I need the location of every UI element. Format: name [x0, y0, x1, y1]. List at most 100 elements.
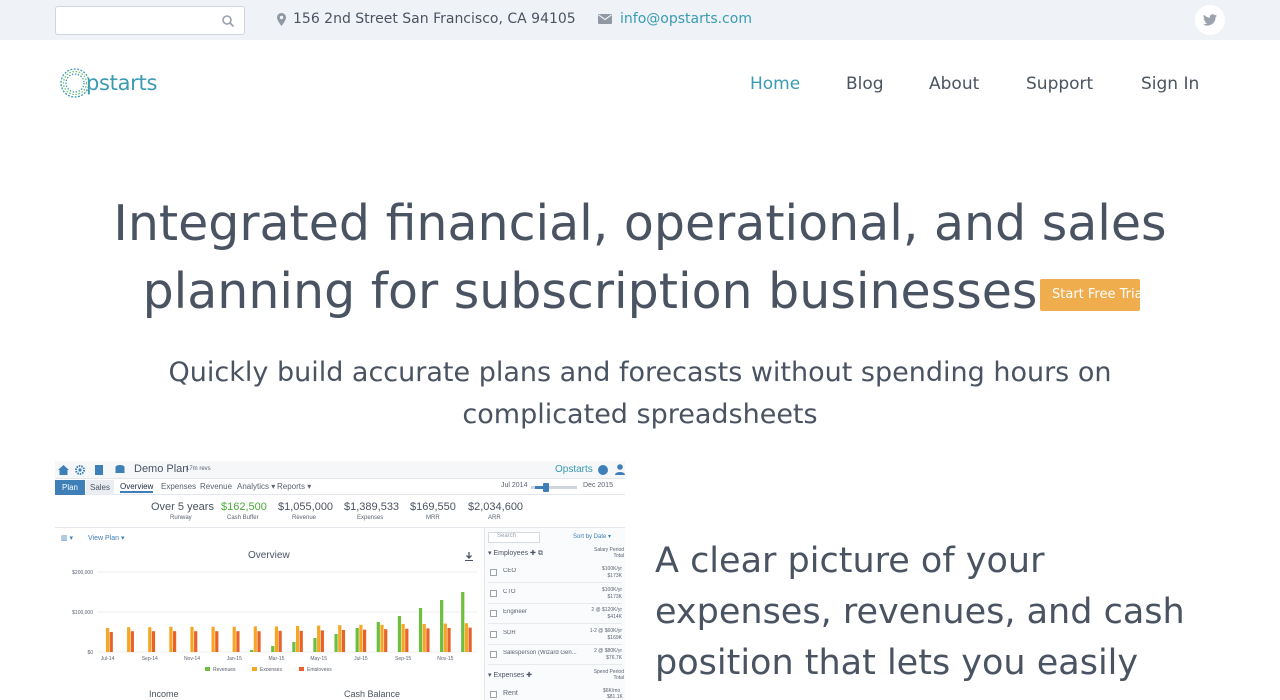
- bar-expenses: [232, 626, 236, 652]
- home-icon: [58, 465, 69, 475]
- feature-heading-line2: expenses, revenues, and cash: [655, 592, 1185, 632]
- kpi-label: ARR: [488, 515, 501, 521]
- employee-sub: $173K: [607, 593, 622, 600]
- bar-employees: [299, 630, 303, 652]
- bar-employees: [215, 631, 219, 652]
- period-sub: Runway: [170, 515, 192, 521]
- kpi-label: Cash Buffer: [227, 515, 259, 521]
- nav-sign-in[interactable]: Sign In: [1141, 74, 1199, 94]
- legend-swatch: [205, 667, 210, 671]
- x-tick-label: Sep-15: [395, 656, 411, 662]
- checkbox: [490, 610, 497, 617]
- employee-sub: $414K: [607, 614, 622, 620]
- nav-blog[interactable]: Blog: [846, 74, 884, 94]
- employee-sub: $169K: [607, 634, 622, 641]
- x-tick-label: Mar-15: [269, 656, 285, 662]
- bar-expenses: [443, 623, 447, 652]
- x-tick-label: Jan-15: [227, 656, 243, 662]
- employee-value: 2 @ $80K/yr: [594, 648, 622, 654]
- checkbox: [490, 691, 497, 698]
- email-text[interactable]: info@opstarts.com: [620, 11, 752, 27]
- employees-header-text: Employees: [493, 550, 529, 557]
- bar-employees: [468, 627, 472, 652]
- period-label: Over 5 years: [151, 501, 214, 513]
- bar-revenues: [355, 628, 359, 652]
- envelope-icon: [598, 14, 612, 24]
- range-start: Jul 2014: [501, 482, 528, 489]
- top-bar: 156 2nd Street San Francisco, CA 94105 i…: [0, 0, 1280, 40]
- bar-revenues: [461, 592, 465, 652]
- search-icon[interactable]: [221, 14, 235, 28]
- hero-headline-line1: Integrated financial, operational, and s…: [113, 195, 1167, 252]
- app-brand: Opstarts: [555, 464, 593, 475]
- row-divider: [488, 643, 622, 645]
- nav-support[interactable]: Support: [1026, 74, 1093, 94]
- start-free-trial-button[interactable]: Start Free Trial: [1040, 279, 1140, 311]
- map-marker-icon: [277, 12, 286, 26]
- kpi-label: Expenses: [357, 515, 384, 521]
- feature-heading: A clear picture of your expenses, revenu…: [655, 536, 1245, 689]
- x-tick-label: May-15: [310, 656, 327, 662]
- bar-expenses: [105, 628, 110, 652]
- bar-expenses: [338, 625, 342, 652]
- nav-about[interactable]: About: [929, 74, 979, 94]
- user-icon: [615, 464, 625, 475]
- x-tick-label: Jul-15: [354, 656, 368, 662]
- bar-employees: [109, 632, 113, 652]
- kpi-value: $2,034,600: [468, 501, 524, 513]
- employee-value: $100K/yr: [601, 586, 622, 593]
- y-tick-label: $200,000: [72, 570, 93, 576]
- bar-revenues: [292, 642, 296, 652]
- bar-revenues: [271, 646, 275, 652]
- bar-expenses: [148, 627, 152, 652]
- legend-swatch: [299, 667, 304, 671]
- plan-mode-button: Plan: [55, 480, 85, 495]
- twitter-button[interactable]: [1195, 5, 1225, 35]
- range-end: Dec 2015: [583, 482, 613, 489]
- bar-expenses: [169, 626, 173, 652]
- range-slider-handle: [543, 483, 549, 492]
- checkbox: [490, 651, 497, 658]
- gear-icon: [75, 465, 85, 475]
- sales-mode-button: Sales: [86, 480, 114, 495]
- bar-employees: [341, 630, 346, 652]
- row-divider: [488, 664, 622, 665]
- bar-expenses: [380, 624, 384, 652]
- bar-expenses: [422, 624, 426, 652]
- opstarts-logo[interactable]: pstarts: [58, 66, 157, 100]
- database-icon: [115, 465, 125, 473]
- bar-employees: [278, 630, 282, 652]
- tab-analytics: Analytics ▾: [237, 482, 276, 491]
- tab-expenses: Expenses: [161, 482, 197, 491]
- overview-chart: $200,000 $100,000 $0 Jul-14 Sep-14 Nov-14 Jan-…: [72, 570, 477, 671]
- employee-value: $100K/yr: [601, 566, 622, 572]
- search-input[interactable]: [55, 6, 245, 35]
- employees-header: ▾ Employees ✚ ⧉: [488, 550, 543, 557]
- legend-swatch: [252, 667, 257, 671]
- legend-label: Employees: [307, 667, 332, 671]
- kpi-value: $162,500: [221, 501, 267, 513]
- expense-sub: $81.1K: [607, 694, 623, 700]
- bar-revenues: [440, 600, 444, 652]
- tab-reports: Reports ▾: [277, 482, 312, 491]
- kpi-value: $1,389,533: [344, 501, 400, 513]
- feature-heading-line1: A clear picture of your: [655, 541, 1045, 581]
- nav-home[interactable]: Home: [750, 74, 800, 94]
- x-tick-label: Jul-14: [101, 656, 115, 662]
- email-link[interactable]: info@opstarts.com: [598, 11, 752, 27]
- legend-label: Expenses: [260, 667, 282, 671]
- expense-name: Rent: [503, 690, 518, 697]
- row-divider: [488, 582, 622, 583]
- bar-revenues: [376, 622, 380, 652]
- bar-expenses: [211, 626, 215, 652]
- plan-title: Demo Plan: [134, 463, 189, 475]
- hero-subheadline: Quickly build accurate plans and forecas…: [168, 357, 1112, 430]
- address-text: 156 2nd Street San Francisco, CA 94105: [293, 11, 576, 27]
- employee-sub: $76.7K: [606, 655, 622, 661]
- bar-employees: [320, 630, 324, 652]
- sort-by-date: Sort by Date ▾: [573, 534, 612, 540]
- employee-name: SDR: [503, 629, 516, 636]
- employee-sub: $173K: [607, 573, 622, 579]
- bar-expenses: [464, 623, 469, 652]
- bar-employees: [130, 631, 134, 652]
